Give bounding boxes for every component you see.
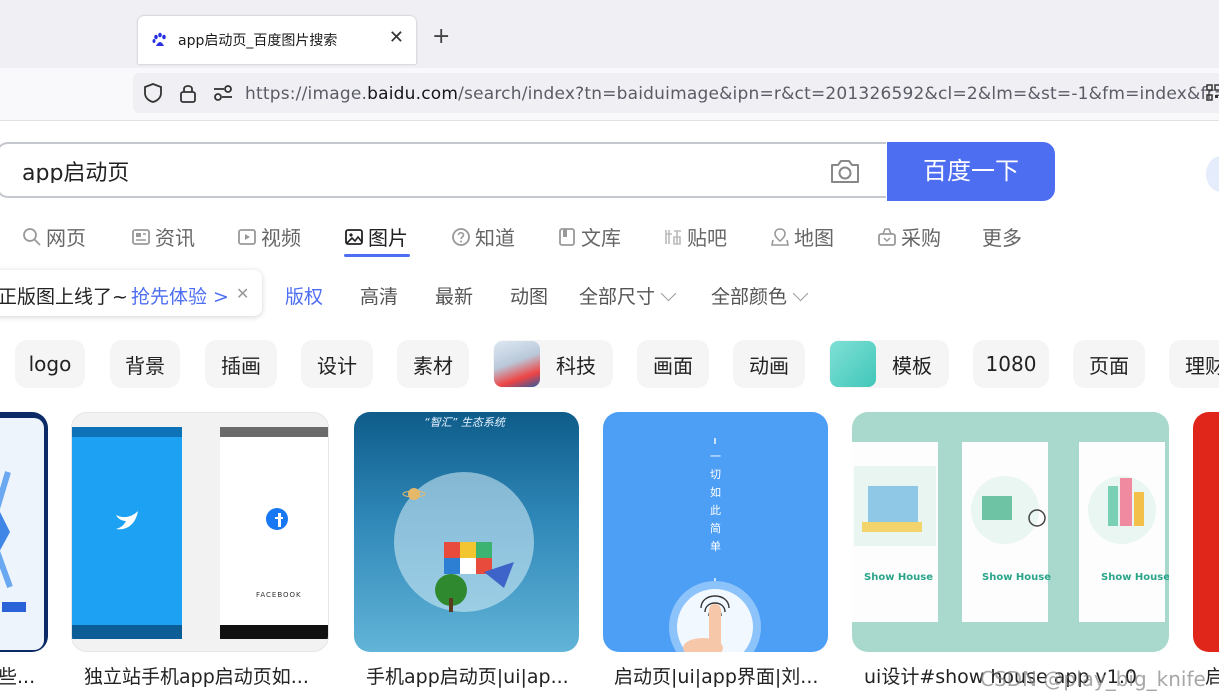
filter-size-label: 全部尺寸	[579, 286, 656, 308]
tag-chip-with-thumb[interactable]: 科技	[493, 340, 613, 388]
news-icon	[132, 228, 150, 245]
filter-animated[interactable]: 动图	[510, 282, 548, 309]
url-scheme: https://image.	[245, 84, 368, 104]
url-host: baidu.com	[367, 84, 459, 104]
tag-chip[interactable]: 动画	[733, 340, 805, 388]
image-icon	[345, 228, 363, 245]
tag-chip-label: 模板	[892, 353, 932, 378]
result-caption[interactable]: 启	[1205, 662, 1219, 689]
tab-web-label: 网页	[46, 226, 86, 250]
tab-map-label: 地图	[794, 226, 834, 250]
tab-map[interactable]: 地图	[770, 222, 834, 251]
tab-video-label: 视频	[261, 226, 301, 250]
permissions-icon[interactable]	[212, 84, 234, 102]
tab-video[interactable]: 视频	[237, 222, 301, 251]
result-image-art	[852, 442, 1165, 622]
tag-chip[interactable]: 页面	[1073, 340, 1145, 388]
chevron-down-icon	[660, 285, 677, 302]
result-image-art	[72, 427, 328, 639]
tag-chip-with-thumb[interactable]: 模板	[829, 340, 949, 388]
user-avatar[interactable]	[1206, 156, 1219, 192]
result-caption[interactable]: 启动页|ui|app界面|刘...	[614, 662, 818, 689]
shield-icon[interactable]	[142, 82, 164, 104]
watermark-text: CSDN @play_big_knife	[980, 667, 1206, 691]
tab-images[interactable]: 图片	[344, 222, 408, 251]
filter-color-dropdown[interactable]: 全部颜色	[711, 282, 809, 309]
result-caption[interactable]: 独立站手机app启动页如...	[84, 662, 309, 689]
app-brand-text: Show House	[864, 572, 934, 583]
tag-chip[interactable]: 背景	[110, 340, 180, 388]
qr-code-icon[interactable]	[1206, 84, 1219, 102]
search-input[interactable]	[22, 158, 802, 183]
tab-news-label: 资讯	[155, 226, 195, 250]
tieba-icon	[665, 229, 681, 245]
tag-chip[interactable]: 画面	[637, 340, 709, 388]
result-image-art	[394, 472, 534, 612]
app-brand-text: Show House	[1101, 572, 1169, 583]
result-image[interactable]: “智汇” 生态系统	[354, 412, 579, 652]
filter-copyright[interactable]: 版权	[285, 282, 323, 309]
result-image[interactable]: FACEBOOK	[71, 412, 329, 652]
tab-purchase-label: 采购	[901, 226, 941, 250]
result-caption[interactable]: 些...	[0, 662, 35, 689]
tab-tieba-label: 贴吧	[687, 226, 727, 250]
tab-purchase[interactable]: 采购	[877, 222, 941, 251]
vertical-tagline: 一切如此简单	[710, 450, 721, 553]
tab-zhidao[interactable]: 知道	[451, 222, 515, 251]
filter-newest[interactable]: 最新	[435, 282, 473, 309]
result-image-art	[0, 418, 44, 650]
tag-chip[interactable]: 理财	[1169, 340, 1219, 388]
tag-chip-label: 科技	[556, 353, 596, 378]
app-brand-text: Show House	[982, 572, 1052, 583]
tab-wenku[interactable]: 文库	[557, 222, 621, 251]
facebook-wordmark: FACEBOOK	[256, 591, 302, 599]
result-image[interactable]: 一切如此简单	[603, 412, 828, 652]
card-title-text: “智汇” 生态系统	[424, 416, 505, 429]
close-tab-icon[interactable]: ✕	[389, 27, 404, 48]
url-path: /search/index?tn=baiduimage&ipn=r&ct=201…	[458, 84, 1219, 104]
lock-icon[interactable]	[178, 82, 198, 104]
result-image[interactable]	[0, 412, 48, 652]
tag-chip[interactable]: 素材	[397, 340, 469, 388]
tab-more[interactable]: 更多	[982, 222, 1022, 251]
new-tab-button[interactable]: +	[432, 26, 450, 48]
result-image[interactable]: Show House Show House Show House	[852, 412, 1169, 652]
bag-icon	[878, 227, 896, 246]
chevron-down-icon	[792, 285, 809, 302]
result-caption[interactable]: 手机app启动页|ui|ap...	[366, 662, 569, 689]
camera-icon[interactable]	[829, 157, 861, 185]
filter-size-dropdown[interactable]: 全部尺寸	[579, 282, 677, 309]
tab-title: app启动页_百度图片搜索	[178, 33, 338, 49]
tag-thumbnail	[830, 341, 876, 387]
tab-images-label: 图片	[368, 226, 408, 250]
promo-link[interactable]: 抢先体验 >	[131, 282, 229, 309]
active-tab-underline	[344, 254, 410, 257]
tab-news[interactable]: 资讯	[131, 222, 195, 251]
tab-wenku-label: 文库	[581, 226, 621, 250]
question-icon	[452, 227, 470, 246]
tab-web[interactable]: 网页	[22, 222, 86, 251]
search-icon	[23, 227, 41, 246]
active-tab[interactable]: app启动页_百度图片搜索 ✕	[138, 16, 416, 64]
result-image[interactable]	[1193, 412, 1219, 652]
tab-zhidao-label: 知道	[475, 226, 515, 250]
baidu-paw-icon	[152, 32, 166, 46]
promo-text: 正版图上线了~	[0, 286, 128, 308]
search-button[interactable]: 百度一下	[887, 142, 1055, 201]
map-icon	[771, 227, 789, 246]
tag-thumbnail	[494, 341, 540, 387]
close-icon[interactable]: ✕	[236, 284, 249, 303]
doc-icon	[559, 227, 575, 246]
filter-hd[interactable]: 高清	[360, 282, 398, 309]
tag-chip[interactable]: 设计	[301, 340, 373, 388]
url-text[interactable]: https://image.baidu.com/search/index?tn=…	[245, 84, 1219, 104]
filter-color-label: 全部颜色	[711, 286, 788, 308]
tab-more-label: 更多	[982, 226, 1022, 250]
tab-tieba[interactable]: 贴吧	[663, 222, 727, 251]
tag-chip[interactable]: logo	[15, 340, 85, 388]
video-icon	[238, 228, 256, 245]
tag-chip[interactable]: 插画	[205, 340, 277, 388]
tag-chip[interactable]: 1080	[973, 340, 1049, 388]
